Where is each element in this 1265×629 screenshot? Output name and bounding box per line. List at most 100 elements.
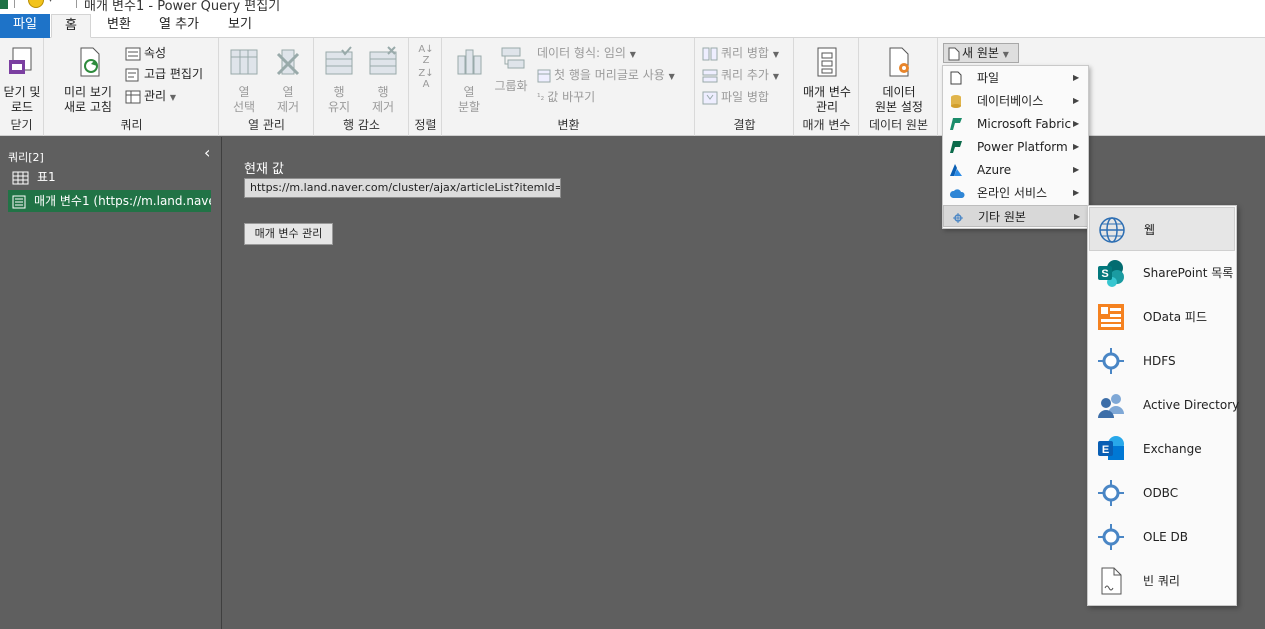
current-value-input[interactable]: https://m.land.naver.com/cluster/ajax/ar… bbox=[244, 178, 561, 198]
choose-columns-button[interactable]: 열 선택 bbox=[222, 46, 266, 115]
odbc-icon bbox=[1098, 480, 1124, 506]
oledb-icon bbox=[1098, 524, 1124, 550]
combine-files-icon bbox=[702, 91, 718, 104]
separator bbox=[14, 0, 15, 8]
menu-item-online-services[interactable]: 온라인 서비스 ▶ bbox=[943, 182, 1088, 204]
replace-values-button[interactable]: ¹₂ 값 바꾸기 bbox=[537, 87, 595, 107]
new-source-menu: 파일 ▶ 데이터베이스 ▶ Microsoft Fabric ▶ Power Plat… bbox=[942, 65, 1089, 229]
menu-item-database[interactable]: 데이터베이스 ▶ bbox=[943, 90, 1088, 112]
tab-home[interactable]: 홈 bbox=[51, 14, 91, 38]
submenu-item-hdfs[interactable]: HDFS bbox=[1089, 339, 1235, 383]
group-parameters: 매개 변수 관리 매개 변수 bbox=[795, 38, 859, 136]
close-and-load-label: 닫기 및 로드 bbox=[3, 85, 41, 114]
submenu-item-blank-query[interactable]: 빈 쿼리 bbox=[1089, 559, 1235, 603]
close-and-load-button[interactable]: 닫기 및 로드 bbox=[2, 46, 42, 115]
other-sources-menu: 웹 S SharePoint 목록 OData 피드 HDFS Active D… bbox=[1087, 205, 1239, 606]
keep-rows-icon bbox=[325, 46, 353, 75]
submenu-item-label: 웹 bbox=[1144, 223, 1156, 237]
first-row-header-icon bbox=[537, 69, 551, 82]
group-transform: 열 분할 그룹화 데이터 형식: 임의 ▼ 첫 행을 머리글로 사용 ▼ ¹₂ 값… bbox=[443, 38, 695, 136]
chevron-right-icon: ▶ bbox=[1073, 119, 1080, 128]
manage-parameter-button[interactable]: 매개 변수 관리 bbox=[244, 223, 333, 245]
group-manage-columns-label: 열 관리 bbox=[248, 118, 285, 132]
submenu-item-exchange[interactable]: E Exchange bbox=[1089, 427, 1235, 471]
submenu-item-web[interactable]: 웹 bbox=[1089, 207, 1235, 251]
menu-item-azure[interactable]: Azure ▶ bbox=[943, 159, 1088, 181]
query-item-parameter1[interactable]: 매개 변수1 (https://m.land.naver.com/cluster… bbox=[8, 190, 211, 212]
manage-table-icon bbox=[125, 90, 141, 103]
chevron-down-icon: ▼ bbox=[629, 50, 636, 59]
submenu-item-active-directory[interactable]: Active Directory bbox=[1089, 383, 1239, 427]
remove-rows-button[interactable]: 행 제거 bbox=[361, 46, 405, 115]
fabric-icon bbox=[950, 118, 962, 130]
collapse-pane-icon[interactable]: ‹ bbox=[204, 143, 210, 162]
remove-rows-label: 행 제거 bbox=[371, 85, 395, 114]
chevron-right-icon: ▶ bbox=[1073, 96, 1080, 105]
tab-transform[interactable]: 변환 bbox=[96, 14, 142, 38]
queries-pane: 쿼리[2] ‹ 표1 매개 변수1 (https://m.land.naver.… bbox=[0, 137, 222, 629]
remove-columns-icon bbox=[276, 49, 300, 76]
submenu-item-label: Exchange bbox=[1143, 442, 1202, 456]
query-item-label: 표1 bbox=[37, 170, 56, 184]
menu-item-microsoft-fabric[interactable]: Microsoft Fabric ▶ bbox=[943, 113, 1088, 135]
submenu-item-sharepoint[interactable]: S SharePoint 목록 bbox=[1089, 251, 1235, 295]
globe-icon bbox=[1099, 217, 1125, 243]
sort-descending-button[interactable]: Z↓ A bbox=[416, 68, 436, 90]
append-queries-label: 쿼리 추가 bbox=[721, 68, 769, 82]
file-icon bbox=[950, 71, 962, 85]
menu-item-label: 데이터베이스 bbox=[977, 94, 1044, 108]
menu-item-file[interactable]: 파일 ▶ bbox=[943, 67, 1088, 89]
chevron-down-icon: ▼ bbox=[772, 50, 779, 59]
quick-access-dropdown-icon[interactable]: ▾ bbox=[48, 0, 53, 5]
manage-button[interactable]: 관리 ▼ bbox=[125, 86, 176, 106]
tab-add-column[interactable]: 열 추가 bbox=[150, 14, 208, 38]
menu-item-power-platform[interactable]: Power Platform ▶ bbox=[943, 136, 1088, 158]
submenu-item-oledb[interactable]: OLE DB bbox=[1089, 515, 1235, 559]
hdfs-icon bbox=[1098, 348, 1124, 374]
choose-columns-icon bbox=[230, 49, 258, 75]
chevron-right-icon: ▶ bbox=[1073, 73, 1080, 82]
use-first-row-as-headers-button[interactable]: 첫 행을 머리글로 사용 ▼ bbox=[537, 65, 675, 85]
manage-label: 관리 bbox=[144, 89, 167, 103]
group-reduce-rows-label: 행 감소 bbox=[343, 118, 380, 132]
other-sources-icon bbox=[953, 213, 963, 223]
table-icon bbox=[12, 171, 29, 184]
new-source-button[interactable]: 새 원본 ▼ bbox=[943, 43, 1019, 63]
replace-values-icon: ¹₂ bbox=[537, 92, 545, 103]
merge-queries-icon bbox=[702, 47, 718, 60]
manage-parameters-button[interactable]: 매개 변수 관리 bbox=[797, 46, 857, 115]
tab-file[interactable]: 파일 bbox=[0, 14, 50, 38]
submenu-item-odbc[interactable]: ODBC bbox=[1089, 471, 1235, 515]
svg-text:S: S bbox=[1101, 268, 1108, 280]
smiley-feedback-icon[interactable] bbox=[28, 0, 44, 8]
menu-item-label: Power Platform bbox=[977, 140, 1068, 154]
sort-ascending-button[interactable]: A↓ Z bbox=[416, 44, 436, 66]
merge-queries-button[interactable]: 쿼리 병합 ▼ bbox=[702, 43, 779, 63]
properties-button[interactable]: 속성 bbox=[125, 43, 166, 63]
split-column-label: 열 분할 bbox=[457, 85, 481, 114]
remove-rows-icon bbox=[369, 46, 397, 75]
combine-files-button[interactable]: 파일 병합 bbox=[702, 87, 769, 107]
properties-icon bbox=[125, 47, 141, 60]
remove-columns-button[interactable]: 열 제거 bbox=[266, 46, 310, 115]
tab-view[interactable]: 보기 bbox=[218, 14, 262, 38]
menu-item-other-sources[interactable]: 기타 원본 ▶ bbox=[943, 205, 1088, 227]
submenu-item-label: 빈 쿼리 bbox=[1143, 574, 1180, 588]
advanced-editor-label: 고급 편집기 bbox=[144, 67, 204, 81]
azure-icon bbox=[950, 164, 962, 176]
refresh-icon bbox=[80, 47, 100, 77]
data-source-settings-button[interactable]: 데이터 원본 설정 bbox=[864, 46, 934, 115]
query-item-table1[interactable]: 표1 bbox=[8, 166, 211, 188]
new-source-icon bbox=[948, 47, 960, 60]
submenu-item-odata[interactable]: OData 피드 bbox=[1089, 295, 1235, 339]
group-by-button[interactable]: 그룹화 bbox=[491, 46, 531, 94]
append-queries-button[interactable]: 쿼리 추가 ▼ bbox=[702, 65, 779, 85]
data-type-dropdown[interactable]: 데이터 형식: 임의 ▼ bbox=[537, 43, 636, 63]
keep-rows-button[interactable]: 행 유지 bbox=[317, 46, 361, 115]
refresh-preview-button[interactable]: 미리 보기 새로 고침 bbox=[55, 46, 121, 115]
ribbon-tabs: 파일 홈 변환 열 추가 보기 bbox=[0, 14, 1265, 38]
group-reduce-rows: 행 유지 행 제거 행 감소 bbox=[315, 38, 409, 136]
submenu-item-label: HDFS bbox=[1143, 354, 1176, 368]
advanced-editor-button[interactable]: 고급 편집기 bbox=[125, 64, 203, 84]
split-column-button[interactable]: 열 분할 bbox=[447, 46, 491, 115]
